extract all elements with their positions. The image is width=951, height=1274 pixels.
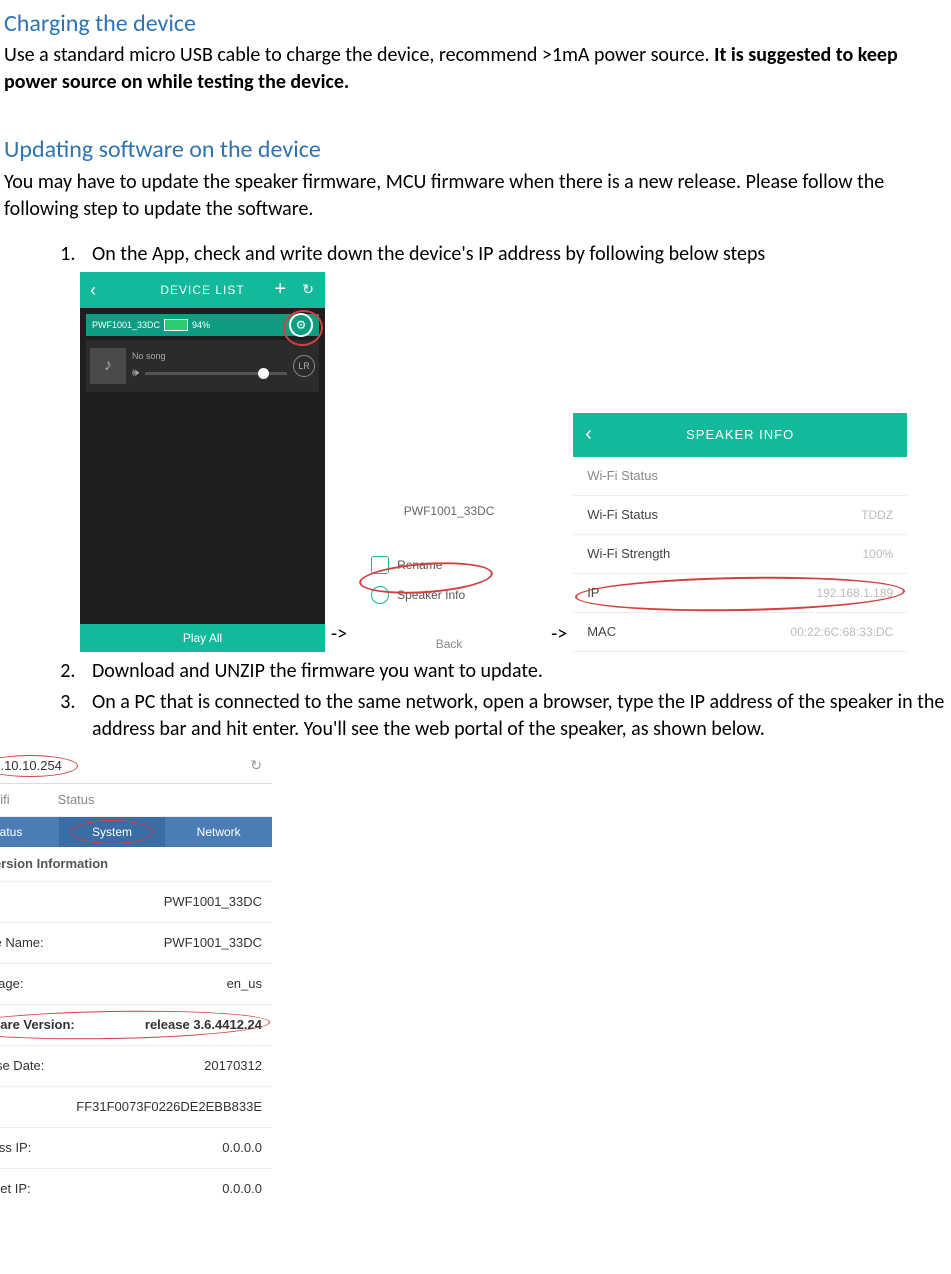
v-wip: 0.0.0.0 [222, 1139, 262, 1157]
row-uuid: UUID: FF31F0073F0226DE2EBB833E [0, 1087, 272, 1128]
section-version-info[interactable]: – Version Information [0, 847, 272, 882]
row-ssid: SSID: PWF1001_33DC [0, 882, 272, 923]
no-song-label: No song [132, 350, 287, 362]
row-wip: Wireless IP: 0.0.0.0 [0, 1128, 272, 1169]
tab-system[interactable]: System [59, 817, 166, 847]
back-icon[interactable]: ‹ [90, 278, 97, 302]
screenshot-speaker-info: ‹ SPEAKER INFO Wi-Fi Status Wi-Fi Status… [573, 413, 907, 652]
browser-refresh-icon[interactable]: ↻ [250, 756, 262, 775]
v-devname: PWF1001_33DC [164, 934, 262, 952]
arrow-2: -> [551, 621, 567, 652]
app-header: ‹ DEVICE LIST + ↻ [80, 272, 325, 308]
device-name: PWF1001_33DC [92, 319, 160, 331]
row-reldate: Release Date: 20170312 [0, 1046, 272, 1087]
address-bar[interactable]: ✔ 10.10.10.254 ↻ [0, 749, 272, 784]
player-row: ♪ No song 🕪 LR [86, 340, 319, 392]
screenshot-web-portal: ✔ 10.10.10.254 ↻ ✱ Wifi Status Status Sy… [0, 749, 272, 1209]
info-back-icon[interactable]: ‹ [585, 421, 593, 448]
v-reldate: 20170312 [204, 1057, 262, 1075]
row-devname: Device Name: PWF1001_33DC [0, 923, 272, 964]
header-title: DEVICE LIST [160, 282, 244, 298]
k-wip: Wireless IP: [0, 1139, 31, 1157]
arrow-1: -> [331, 621, 347, 652]
k-devname: Device Name: [0, 934, 44, 952]
figure-row-1: ‹ DEVICE LIST + ↻ PWF1001_33DC 94% ⚙ ♪ N… [80, 272, 947, 652]
v-lang: en_us [227, 975, 262, 993]
screenshot-device-list: ‹ DEVICE LIST + ↻ PWF1001_33DC 94% ⚙ ♪ N… [80, 272, 325, 652]
info-row-wifi-status: Wi-Fi Status TDDZ [573, 496, 907, 535]
info-k-4: MAC [587, 623, 616, 641]
k-reldate: Release Date: [0, 1057, 44, 1075]
screenshot-popup: PWF1001_33DC Rename Speaker Info Back [353, 503, 545, 651]
step-1-text: On the App, check and write down the dev… [92, 242, 765, 266]
annotation-circle-system [71, 820, 153, 844]
refresh-icon[interactable]: ↻ [302, 280, 315, 299]
k-lang: Language: [0, 975, 23, 993]
heading-updating: Updating software on the device [4, 134, 947, 166]
step-1: On the App, check and write down the dev… [80, 241, 947, 652]
info-v-4: 00:22:6C:68:33:DC [790, 624, 893, 640]
steps-list: On the App, check and write down the dev… [4, 241, 947, 743]
info-row-mac: MAC 00:22:6C:68:33:DC [573, 613, 907, 652]
info-k-0: Wi-Fi Status [587, 467, 658, 485]
info-header: ‹ SPEAKER INFO [573, 413, 907, 457]
para-charging: Use a standard micro USB cable to charge… [4, 42, 947, 96]
heading-charging: Charging the device [4, 8, 947, 40]
annotation-circle-url [0, 755, 78, 777]
url-text: 10.10.10.254 [0, 757, 62, 775]
crumb-wifi[interactable]: Wifi [0, 791, 10, 809]
info-row-wifi-status-head: Wi-Fi Status [573, 457, 907, 496]
tab-network[interactable]: Network [165, 817, 272, 847]
row-lang: Language: en_us [0, 964, 272, 1005]
breadcrumb: ✱ Wifi Status [0, 784, 272, 817]
album-art-icon: ♪ [90, 348, 126, 384]
popup-title: PWF1001_33DC [353, 503, 545, 519]
play-all-button[interactable]: Play All [80, 624, 325, 652]
v-uuid: FF31F0073F0226DE2EBB833E [76, 1098, 262, 1116]
k-eip: Ethernet IP: [0, 1180, 31, 1198]
add-icon[interactable]: + [274, 276, 287, 303]
portal-tabs: Status System Network [0, 817, 272, 847]
tab-status[interactable]: Status [0, 817, 59, 847]
battery-text: 94% [192, 319, 210, 331]
info-v-1: TDDZ [861, 507, 893, 523]
step-2: Download and UNZIP the firmware you want… [80, 658, 947, 685]
text-charge-1: Use a standard micro USB cable to charge… [4, 43, 714, 67]
step-3: On a PC that is connected to the same ne… [80, 689, 947, 743]
v-eip: 0.0.0.0 [222, 1180, 262, 1198]
volume-slider[interactable] [145, 372, 287, 375]
info-row-wifi-strength: Wi-Fi Strength 100% [573, 535, 907, 574]
battery-icon [164, 319, 188, 331]
info-title: SPEAKER INFO [686, 426, 794, 444]
lr-badge[interactable]: LR [293, 355, 315, 377]
popup-back[interactable]: Back [353, 636, 545, 652]
v-ssid: PWF1001_33DC [164, 893, 262, 911]
info-k-1: Wi-Fi Status [587, 506, 658, 524]
para-updating: You may have to update the speaker firmw… [4, 169, 947, 223]
info-v-2: 100% [862, 546, 893, 562]
crumb-status: Status [58, 791, 95, 809]
section-title: Version Information [0, 855, 108, 873]
info-k-2: Wi-Fi Strength [587, 545, 670, 563]
volume-icon[interactable]: 🕪 [132, 366, 139, 381]
row-eip: Ethernet IP: 0.0.0.0 [0, 1169, 272, 1209]
